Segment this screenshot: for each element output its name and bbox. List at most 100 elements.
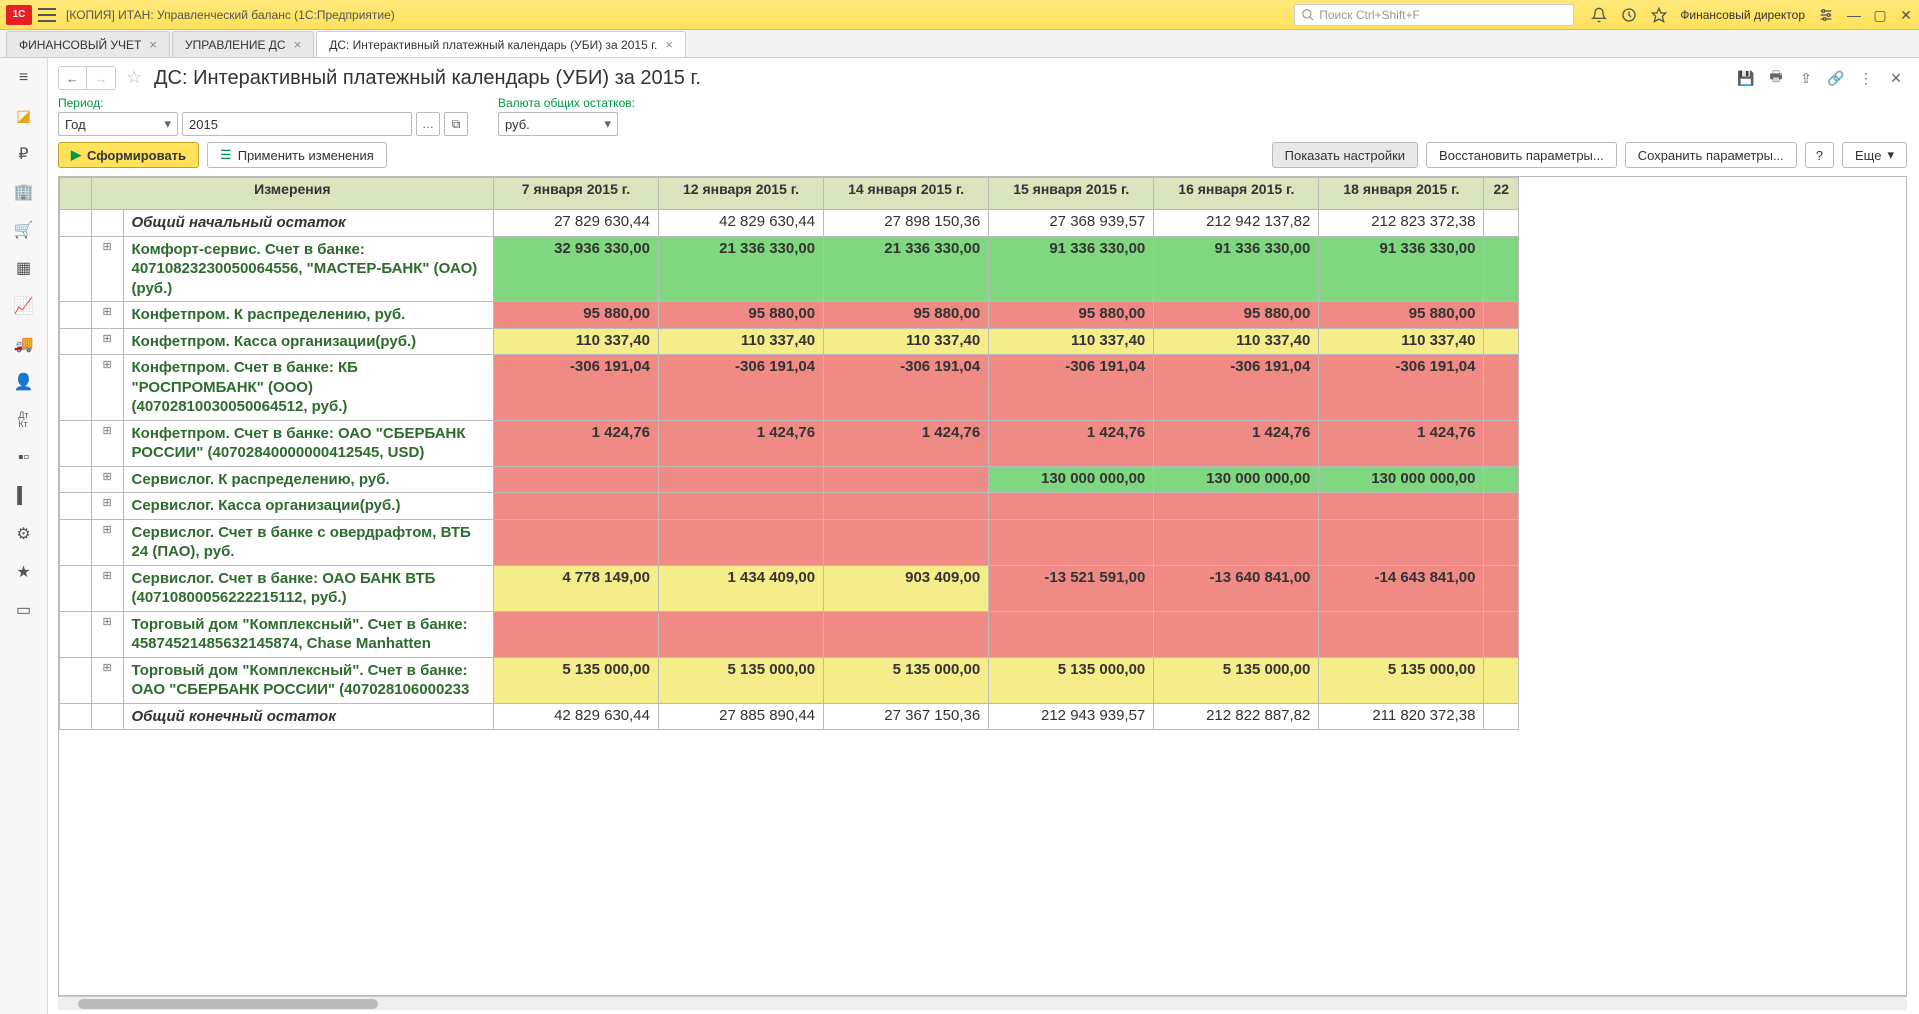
sidebar-grid-icon[interactable]: ▦ [12,256,36,280]
dimension-cell[interactable]: Торговый дом "Комплексный". Счет в банке… [123,611,493,657]
dimension-cell[interactable]: Сервислог. Счет в банке с овердрафтом, В… [123,519,493,565]
star-icon[interactable] [1650,6,1668,24]
global-search[interactable]: Поиск Ctrl+Shift+F [1294,4,1574,26]
currency-select[interactable]: руб. ▾ [498,112,618,136]
expand-toggle[interactable]: ⊞ [91,420,123,466]
restore-params-button[interactable]: Восстановить параметры... [1426,142,1617,168]
value-cell[interactable]: -306 191,04 [1154,355,1319,421]
value-cell[interactable] [493,466,658,493]
nav-forward-button[interactable]: → [87,67,115,89]
dimension-cell[interactable]: Конфетпром. Счет в банке: КБ "РОСПРОМБАН… [123,355,493,421]
print-icon[interactable]: 🖶 [1765,67,1787,89]
dimension-cell[interactable]: Сервислог. Касса организации(руб.) [123,493,493,520]
dimension-cell[interactable]: Общий конечный остаток [123,703,493,730]
value-cell[interactable]: 110 337,40 [824,328,989,355]
dimension-cell[interactable]: Сервислог. К распределению, руб. [123,466,493,493]
history-icon[interactable] [1620,6,1638,24]
value-cell[interactable]: 5 135 000,00 [1154,657,1319,703]
value-cell[interactable] [989,611,1154,657]
sidebar-chart-icon[interactable]: 📈 [12,294,36,318]
link-icon[interactable]: 🔗 [1825,67,1847,89]
value-cell[interactable] [493,493,658,520]
value-cell[interactable]: 95 880,00 [1319,302,1484,329]
close-page-icon[interactable]: ✕ [1885,67,1907,89]
value-cell[interactable]: 1 434 409,00 [659,565,824,611]
close-icon[interactable]: × [665,37,673,52]
dimension-cell[interactable]: Конфетпром. Счет в банке: ОАО "СБЕРБАНК … [123,420,493,466]
expand-toggle[interactable]: ⊞ [91,493,123,520]
period-type-select[interactable]: Год ▾ [58,112,178,136]
value-cell[interactable]: 903 409,00 [824,565,989,611]
more-button[interactable]: Еще ▾ [1842,142,1907,168]
chevron-down-icon[interactable]: ▾ [598,116,611,132]
sidebar-pin-icon[interactable]: ◪ [12,104,36,128]
value-cell[interactable]: 27 885 890,44 [659,703,824,730]
main-menu-icon[interactable] [38,8,56,22]
chevron-down-icon[interactable]: ▾ [158,116,171,132]
value-cell[interactable] [1319,611,1484,657]
value-cell[interactable]: 27 829 630,44 [493,210,658,237]
value-cell[interactable]: 212 943 939,57 [989,703,1154,730]
value-cell[interactable] [1154,493,1319,520]
favorite-star-icon[interactable]: ☆ [126,67,148,89]
dimension-cell[interactable]: Торговый дом "Комплексный". Счет в банке… [123,657,493,703]
value-cell[interactable]: 110 337,40 [1154,328,1319,355]
sidebar-gear-icon[interactable]: ⚙ [12,522,36,546]
scrollbar-thumb[interactable] [78,999,378,1009]
dimension-cell[interactable]: Комфорт-сервис. Счет в банке: 4071082323… [123,236,493,302]
export-icon[interactable]: ⇪ [1795,67,1817,89]
value-cell[interactable]: 110 337,40 [659,328,824,355]
tab-cash-management[interactable]: УПРАВЛЕНИЕ ДС × [172,31,314,57]
sidebar-report-icon[interactable]: ▭ [12,598,36,622]
value-cell[interactable] [659,493,824,520]
value-cell[interactable]: 130 000 000,00 [1319,466,1484,493]
value-cell[interactable]: 21 336 330,00 [659,236,824,302]
value-cell[interactable]: 95 880,00 [989,302,1154,329]
tab-financial-accounting[interactable]: ФИНАНСОВЫЙ УЧЕТ × [6,31,170,57]
close-button[interactable]: ✕ [1899,8,1913,22]
value-cell[interactable]: 5 135 000,00 [659,657,824,703]
value-cell[interactable]: 21 336 330,00 [824,236,989,302]
nav-back-button[interactable]: ← [59,67,87,89]
value-cell[interactable]: 1 424,76 [1154,420,1319,466]
sidebar-person-icon[interactable]: 👤 [12,370,36,394]
value-cell[interactable]: -13 640 841,00 [1154,565,1319,611]
expand-toggle[interactable]: ⊞ [91,328,123,355]
sidebar-ruble-icon[interactable]: ₽ [12,142,36,166]
value-cell[interactable]: 95 880,00 [824,302,989,329]
value-cell[interactable]: 110 337,40 [1319,328,1484,355]
value-cell[interactable]: 91 336 330,00 [989,236,1154,302]
value-cell[interactable]: 212 942 137,82 [1154,210,1319,237]
value-cell[interactable] [659,611,824,657]
value-cell[interactable] [493,519,658,565]
sidebar-menu-icon[interactable]: ≡ [12,66,36,90]
apply-changes-button[interactable]: ☰ Применить изменения [207,142,387,168]
value-cell[interactable]: 27 368 939,57 [989,210,1154,237]
value-cell[interactable]: 212 822 887,82 [1154,703,1319,730]
minimize-button[interactable]: — [1847,8,1861,22]
value-cell[interactable]: 27 898 150,36 [824,210,989,237]
user-label[interactable]: Финансовый директор [1680,8,1805,22]
bell-icon[interactable] [1590,6,1608,24]
value-cell[interactable]: 5 135 000,00 [493,657,658,703]
value-cell[interactable]: 130 000 000,00 [989,466,1154,493]
more-icon[interactable]: ⋮ [1855,67,1877,89]
value-cell[interactable]: 27 367 150,36 [824,703,989,730]
value-cell[interactable]: 42 829 630,44 [493,703,658,730]
generate-button[interactable]: ▶ Сформировать [58,142,199,168]
expand-toggle[interactable]: ⊞ [91,565,123,611]
tab-payment-calendar[interactable]: ДС: Интерактивный платежный календарь (У… [316,31,686,57]
value-cell[interactable] [1154,611,1319,657]
value-cell[interactable]: 1 424,76 [1319,420,1484,466]
value-cell[interactable] [824,611,989,657]
value-cell[interactable] [1154,519,1319,565]
value-cell[interactable]: 91 336 330,00 [1319,236,1484,302]
value-cell[interactable]: 95 880,00 [1154,302,1319,329]
value-cell[interactable]: 91 336 330,00 [1154,236,1319,302]
period-popup-button[interactable]: ⧉ [444,112,468,136]
value-cell[interactable]: 5 135 000,00 [1319,657,1484,703]
period-ellipsis-button[interactable]: … [416,112,440,136]
sidebar-barchart-icon[interactable]: ▪▫ [12,446,36,470]
expand-toggle[interactable]: ⊞ [91,236,123,302]
value-cell[interactable] [824,493,989,520]
